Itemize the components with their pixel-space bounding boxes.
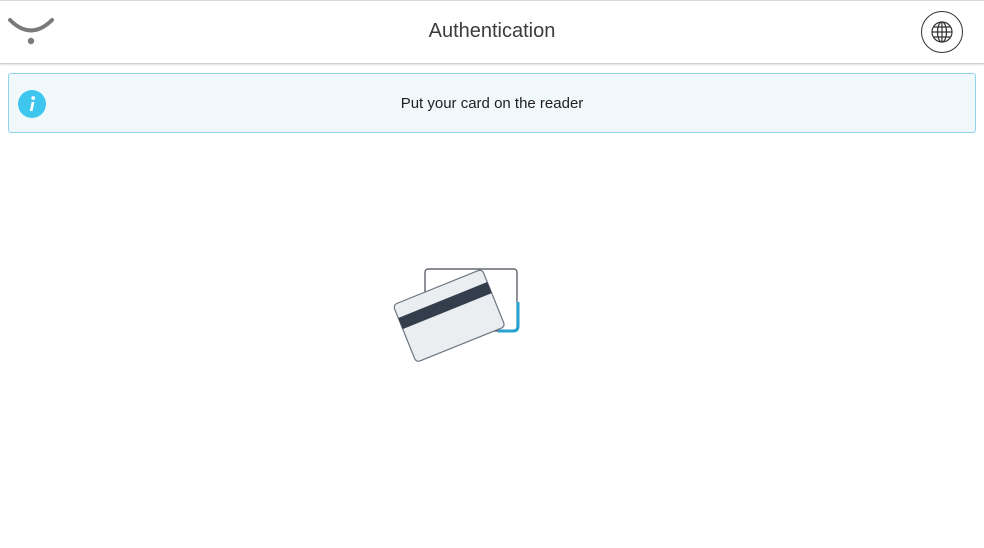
payment-card-icon [393,268,520,362]
globe-icon [931,21,953,43]
page-title: Authentication [428,20,556,42]
info-message: Put your card on the reader [400,95,584,112]
app-window: Authentication Put your card on the read… [0,0,984,548]
language-button[interactable] [921,11,963,53]
header-bar: Authentication [0,1,984,64]
info-banner: Put your card on the reader [8,73,976,133]
